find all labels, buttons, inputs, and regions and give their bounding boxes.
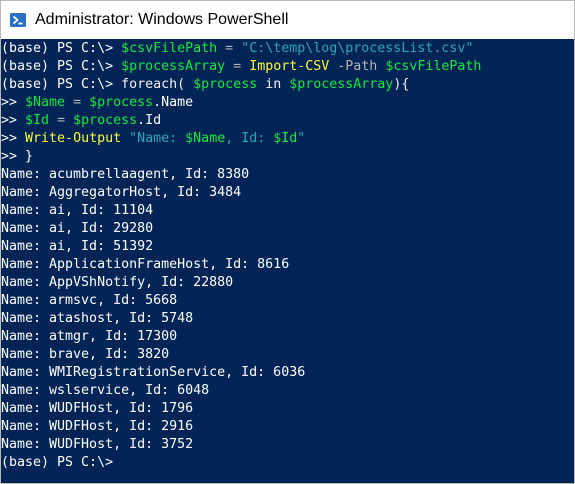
console-text: $processArray — [289, 77, 394, 92]
console-lines: (base) PS C:\> $csvFilePath = "C:\temp\l… — [1, 40, 481, 472]
console-text: -Path — [329, 59, 386, 74]
console-text: Name: atashost, Id: 5748 — [1, 311, 194, 326]
console-line: (base) PS C:\> $csvFilePath = "C:\temp\l… — [1, 40, 481, 58]
console-text: Name: armsvc, Id: 5668 — [1, 293, 178, 308]
console-text: "Name: — [129, 131, 186, 146]
console-text: Name: ai, Id: 29280 — [1, 221, 154, 236]
console-text: Name: ApplicationFrameHost, Id: 8616 — [1, 257, 290, 272]
console-line: Name: ai, Id: 29280 — [1, 220, 481, 238]
console-line: >> $Name = $process.Name — [1, 94, 481, 112]
console-text: $Name — [25, 95, 66, 110]
console-text: Name: AggregatorHost, Id: 3484 — [1, 185, 242, 200]
console-line: Name: atmgr, Id: 17300 — [1, 328, 481, 346]
console-line: Name: WMIRegistrationService, Id: 6036 — [1, 364, 481, 382]
console-text: $process — [193, 77, 258, 92]
console-line: Name: atashost, Id: 5748 — [1, 310, 481, 328]
console-text: Name: ai, Id: 51392 — [1, 239, 154, 254]
console-text: (base) PS C:\> — [1, 77, 122, 92]
console-text: .Id — [137, 113, 162, 128]
console-text: Name: WUDFHost, Id: 3752 — [1, 437, 194, 452]
console-text: .Name — [153, 95, 194, 110]
console-line: Name: ai, Id: 51392 — [1, 238, 481, 256]
console-line: Name: ai, Id: 11104 — [1, 202, 481, 220]
console-text: Name: WUDFHost, Id: 1796 — [1, 401, 194, 416]
console-text: Name: WUDFHost, Id: 2916 — [1, 419, 194, 434]
console-text: Name: atmgr, Id: 17300 — [1, 329, 178, 344]
console-line: Name: AppVShNotify, Id: 22880 — [1, 274, 481, 292]
console-line: Name: WUDFHost, Id: 2916 — [1, 418, 481, 436]
console-line: (base) PS C:\> — [1, 454, 481, 472]
console-text: Name: brave, Id: 3820 — [1, 347, 170, 362]
console-line: >> Write-Output "Name: $Name, Id: $Id" — [1, 130, 481, 148]
console-text: = — [49, 113, 74, 128]
console-line: Name: armsvc, Id: 5668 — [1, 292, 481, 310]
console-text: Name: AppVShNotify, Id: 22880 — [1, 275, 234, 290]
console-text: >> — [1, 113, 26, 128]
powershell-window: Administrator: Windows PowerShell (base)… — [0, 0, 575, 484]
title-bar[interactable]: Administrator: Windows PowerShell — [1, 1, 574, 39]
console-output[interactable]: (base) PS C:\> $csvFilePath = "C:\temp\l… — [1, 39, 574, 483]
console-line: Name: brave, Id: 3820 — [1, 346, 481, 364]
console-text: $process — [73, 113, 138, 128]
console-text: $processArray — [121, 59, 226, 74]
console-line: Name: AggregatorHost, Id: 3484 — [1, 184, 481, 202]
console-text: $Id — [273, 131, 298, 146]
console-line: Name: ApplicationFrameHost, Id: 8616 — [1, 256, 481, 274]
console-text: , Id: — [225, 131, 274, 146]
console-text: Name: acumbrellaagent, Id: 8380 — [1, 167, 250, 182]
console-text: in — [257, 77, 290, 92]
console-line: Name: acumbrellaagent, Id: 8380 — [1, 166, 481, 184]
console-line: >> } — [1, 148, 481, 166]
window-title: Administrator: Windows PowerShell — [35, 11, 289, 28]
console-text: Write-Output — [25, 131, 122, 146]
console-text: >> } — [1, 149, 34, 164]
console-text: >> — [1, 95, 26, 110]
console-line: Name: wslservice, Id: 6048 — [1, 382, 481, 400]
console-text: foreach( — [121, 77, 194, 92]
console-text: Name: ai, Id: 11104 — [1, 203, 154, 218]
console-text: ){ — [393, 77, 410, 92]
console-text: Import-CSV — [249, 59, 330, 74]
console-text: $csvFilePath — [385, 59, 482, 74]
console-text: $Name — [185, 131, 226, 146]
console-line: >> $Id = $process.Id — [1, 112, 481, 130]
console-line: (base) PS C:\> $processArray = Import-CS… — [1, 58, 481, 76]
console-text: $process — [89, 95, 154, 110]
console-text: = — [217, 41, 242, 56]
powershell-icon — [9, 11, 27, 29]
console-text: Name: wslservice, Id: 6048 — [1, 383, 210, 398]
console-line: Name: WUDFHost, Id: 1796 — [1, 400, 481, 418]
console-text: (base) PS C:\> — [1, 59, 122, 74]
console-text: (base) PS C:\> — [1, 455, 114, 470]
console-text: " — [297, 131, 306, 146]
console-text: Name: WMIRegistrationService, Id: 6036 — [1, 365, 306, 380]
console-text: $csvFilePath — [121, 41, 218, 56]
console-text: = — [225, 59, 250, 74]
console-text: >> — [1, 131, 26, 146]
console-text: (base) PS C:\> — [1, 41, 122, 56]
console-line: (base) PS C:\> foreach( $process in $pro… — [1, 76, 481, 94]
console-line: Name: WUDFHost, Id: 3752 — [1, 436, 481, 454]
console-text: $Id — [25, 113, 50, 128]
console-text: = — [65, 95, 90, 110]
console-text: "C:\temp\log\processList.csv" — [241, 41, 474, 56]
